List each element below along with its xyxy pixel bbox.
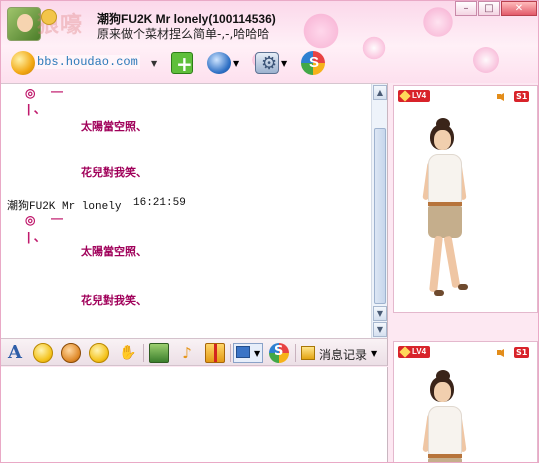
settings-icon: ⚙ [255, 52, 279, 74]
chevron-down-icon[interactable]: ▼ [151, 59, 157, 68]
soso-icon[interactable]: S [269, 343, 289, 363]
magic-emoji-icon[interactable] [61, 343, 81, 363]
vip-icon [207, 52, 231, 74]
globe-icon [11, 51, 35, 75]
input-toolbar: A ✋ ♪ ▼ S 消息记录 ▼ [1, 338, 388, 366]
s1-badge: S1 [514, 347, 530, 358]
add-contact-icon: + [171, 52, 193, 75]
toolbar-divider [230, 344, 231, 362]
minimize-button[interactable]: – [455, 1, 477, 16]
shake-icon[interactable] [89, 343, 109, 363]
message-text: 花兒對我笑、 [81, 294, 147, 307]
chat-toolbar: bbs.houdao.com ▼ + ▼ ⚙ ▼ S [9, 49, 339, 77]
scroll-down-button[interactable]: ▼ [373, 306, 387, 321]
message-text: 花兒對我笑、 [81, 166, 147, 179]
emoji-icon[interactable] [33, 343, 53, 363]
mood-icon [41, 9, 57, 25]
chat-window: 狼嚎 潮狗FU2K Mr lonely(100114536) 原来做个菜材捏么简… [0, 0, 539, 463]
chevron-down-icon[interactable]: ▼ [281, 59, 287, 68]
website-button[interactable]: bbs.houdao.com ▼ [9, 49, 159, 77]
message-list: ◎ — | 、 太陽當空照、 花兒對我笑、 潮狗FU2K Mr lonely 1… [1, 84, 370, 338]
chat-header: 狼嚎 潮狗FU2K Mr lonely(100114536) 原来做个菜材捏么简… [1, 1, 538, 83]
message-input[interactable] [1, 367, 388, 462]
art-symbol: ◎ [25, 86, 36, 100]
contact-signature: 原来做个菜材捏么简单-,-,哈哈哈 [97, 27, 270, 41]
message-text: 太陽當空照、 [81, 245, 147, 258]
message-sender: 潮狗FU2K Mr lonely [7, 201, 122, 213]
level-badge: LV4 [398, 90, 431, 102]
flower-decoration [301, 11, 341, 51]
chevron-down-icon[interactable]: ▼ [371, 349, 377, 358]
music-icon[interactable]: ♪ [177, 343, 197, 363]
chevron-down-icon[interactable]: ▼ [254, 349, 260, 358]
gift-box-icon[interactable] [205, 343, 225, 363]
show-avatar-figure [422, 118, 492, 308]
show-avatar-figure [422, 370, 492, 462]
vip-button[interactable]: ▼ [205, 49, 241, 77]
art-dash: — [51, 211, 63, 225]
website-url: bbs.houdao.com [35, 55, 140, 69]
add-contact-button[interactable]: + [169, 49, 195, 77]
settings-button[interactable]: ⚙ ▼ [253, 49, 289, 77]
message-history-label: 消息记录 [319, 348, 368, 362]
soso-button[interactable]: S [299, 49, 327, 77]
toolbar-divider [295, 344, 296, 362]
message-text: 太陽當空照、 [81, 120, 147, 133]
level-badge: LV4 [398, 346, 431, 358]
speaker-icon[interactable] [497, 90, 511, 103]
screenshot-icon [236, 346, 250, 358]
flower-decoration [471, 45, 501, 75]
s1-badge: S1 [514, 91, 530, 102]
contact-show-panel[interactable]: LV4 S1 [393, 85, 538, 313]
soso-icon: S [301, 51, 325, 75]
message-time: 16:21:59 [133, 197, 186, 209]
my-show-panel[interactable]: LV4 S1 [393, 341, 538, 462]
font-button[interactable]: A [5, 343, 25, 363]
toolbar-divider [143, 344, 144, 362]
image-icon[interactable] [149, 343, 169, 363]
art-line: | 、 [27, 102, 46, 116]
message-area[interactable]: ◎ — | 、 太陽當空照、 花兒對我笑、 潮狗FU2K Mr lonely 1… [1, 83, 388, 338]
art-symbol: ◎ [25, 213, 36, 227]
message-history-button[interactable]: 消息记录 ▼ [299, 343, 383, 363]
gift-hand-icon[interactable]: ✋ [117, 343, 137, 363]
scroll-end-button[interactable]: ▼ [373, 322, 387, 337]
speaker-icon[interactable] [497, 346, 511, 359]
flower-decoration [361, 35, 387, 61]
contact-avatar[interactable] [7, 7, 41, 41]
scroll-thumb[interactable] [374, 128, 386, 304]
history-icon [301, 346, 315, 360]
chevron-down-icon[interactable]: ▼ [233, 59, 239, 68]
art-dash: — [51, 84, 63, 98]
maximize-button[interactable]: □ [478, 1, 500, 16]
flower-decoration [421, 5, 455, 39]
message-scrollbar[interactable]: ▲ ▼ ▼ [371, 84, 387, 338]
close-button[interactable]: ✕ [501, 1, 537, 16]
art-line: | 、 [27, 230, 46, 244]
scroll-up-button[interactable]: ▲ [373, 85, 387, 100]
screenshot-button[interactable]: ▼ [233, 343, 263, 363]
